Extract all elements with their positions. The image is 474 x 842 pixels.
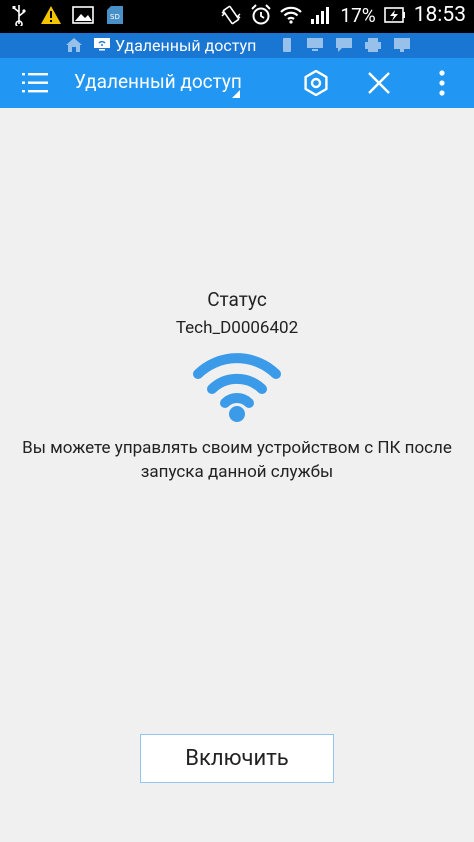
warning-icon [40,4,62,26]
enable-button[interactable]: Включить [140,734,334,783]
toolbar-title[interactable]: Удаленный доступ [74,70,242,93]
monitor-icon[interactable] [306,37,324,53]
status-label: Статус [207,288,267,311]
wifi-icon [193,350,281,424]
dropdown-caret-icon [232,90,240,98]
alarm-icon [250,4,272,26]
breadcrumb: Удаленный доступ [0,33,474,58]
remote-access-icon [93,36,111,55]
sd-card-icon: SD [104,4,126,26]
menu-icon[interactable] [22,70,50,96]
more-options-icon[interactable] [424,66,460,100]
chat-icon[interactable] [335,37,353,53]
description-text: Вы можете управлять своим устройством с … [22,438,452,482]
signal-icon [310,4,332,26]
status-bar: SD 17% 18:53 [0,0,474,33]
usb-icon [8,4,30,26]
breadcrumb-label: Удаленный доступ [115,36,257,55]
battery-charging-icon [383,4,406,26]
battery-percent: 17% [340,3,376,27]
home-icon[interactable] [65,37,83,53]
settings-icon[interactable] [298,66,334,100]
printer-icon[interactable] [364,37,382,53]
svg-text:SD: SD [110,13,120,21]
device-name: Tech_D0006402 [175,318,299,338]
display-icon[interactable] [393,37,411,53]
wifi-status-icon [280,4,303,26]
image-icon [72,4,94,26]
toolbar: Удаленный доступ [0,58,474,108]
clock: 18:53 [413,3,466,27]
close-icon[interactable] [361,66,397,100]
vibrate-icon [220,4,242,26]
phone-icon[interactable] [278,37,296,53]
breadcrumb-active-item[interactable]: Удаленный доступ [93,35,256,56]
